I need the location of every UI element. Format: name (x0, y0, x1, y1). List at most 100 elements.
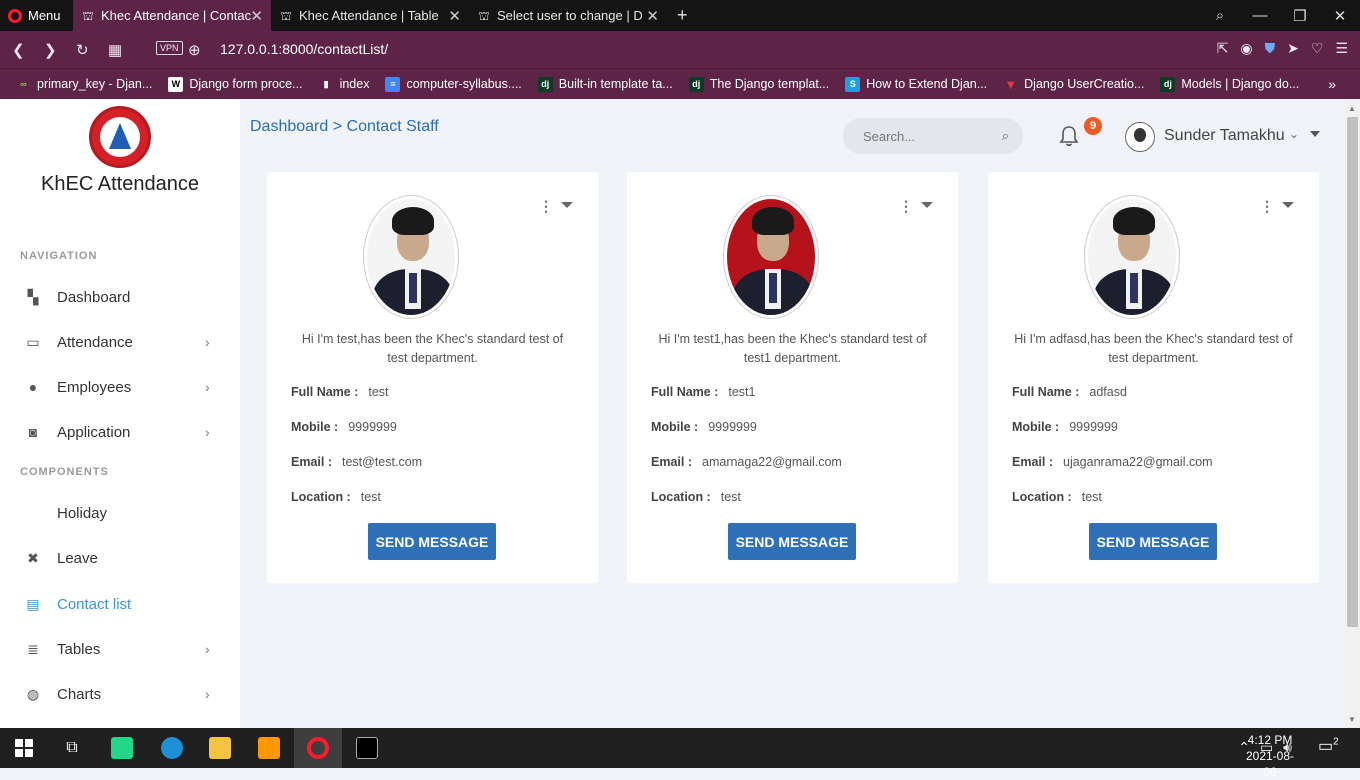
sidebar-item-tables[interactable]: ≣ Tables › (0, 629, 240, 669)
scroll-down-icon[interactable]: ▼ (1348, 715, 1356, 724)
location-row: Location : test (1012, 490, 1102, 504)
taskbar-app-terminal[interactable] (343, 728, 391, 768)
bookmark-item[interactable]: ▼ Django UserCreatio... (1003, 77, 1144, 92)
caret-down-icon[interactable] (561, 202, 573, 208)
bookmarks-bar: ∞ primary_key - Djan... W Django form proc… (0, 68, 1360, 99)
folder-icon (209, 737, 231, 759)
close-tab-icon[interactable]: ✕ (448, 7, 461, 25)
chevron-down-icon[interactable]: ⌄ (1289, 127, 1299, 141)
sidebar-item-employees[interactable]: ● Employees › (0, 367, 240, 407)
search-input[interactable] (863, 128, 993, 144)
user-name[interactable]: Sunder Tamakhu (1164, 127, 1285, 145)
kebab-menu-icon[interactable]: ⋮ (539, 198, 553, 215)
bookmark-item[interactable]: dj The Django templat... (688, 76, 829, 92)
vpn-badge[interactable]: VPN (156, 41, 183, 55)
close-tab-icon[interactable]: ✕ (646, 7, 659, 25)
url-field[interactable]: 127.0.0.1:8000/contactList/ (220, 41, 388, 57)
adblock-shield-icon[interactable]: ⛊ (1265, 40, 1276, 57)
sidebar-item-holiday[interactable]: Holiday (0, 493, 240, 533)
opera-menu-button[interactable]: Menu (8, 0, 61, 31)
opera-icon (307, 737, 329, 759)
send-message-button[interactable]: SEND MESSAGE (1089, 523, 1217, 560)
avatar[interactable] (1125, 122, 1155, 152)
taskbar-app-explorer[interactable] (196, 728, 244, 768)
scroll-up-icon[interactable]: ▲ (1348, 104, 1356, 113)
sidebar-item-attendance[interactable]: ▭ Attendance › (0, 322, 240, 362)
close-tab-icon[interactable]: ✕ (250, 7, 263, 25)
minimize-icon[interactable]: — (1240, 7, 1280, 24)
bookmark-item[interactable]: ▮ index (319, 77, 370, 92)
pycharm-icon (111, 737, 133, 759)
full-name-row: Full Name : adfasd (1012, 385, 1127, 399)
scrollbar-thumb[interactable] (1347, 117, 1358, 627)
user-icon: ● (28, 379, 38, 395)
caret-down-icon[interactable] (1282, 202, 1294, 208)
window-controls: ⌕ — ❐ ✕ (1200, 0, 1360, 31)
send-message-button[interactable]: SEND MESSAGE (368, 523, 496, 560)
close-window-icon[interactable]: ✕ (1320, 7, 1360, 25)
restore-icon[interactable]: ❐ (1280, 7, 1320, 25)
easy-setup-icon[interactable]: ☰ (1335, 40, 1348, 57)
taskbar-app-sublime[interactable] (245, 728, 293, 768)
bookmark-item[interactable]: ≡ computer-syllabus.... (385, 76, 522, 92)
back-icon[interactable]: ❮ (12, 41, 25, 59)
heart-icon[interactable]: ♡ (1311, 40, 1324, 57)
nav-section-label: NAVIGATION (20, 250, 98, 262)
chevron-right-icon: › (205, 334, 210, 350)
windows-logo-icon (15, 739, 33, 757)
taskbar-app-edge[interactable] (148, 728, 196, 768)
caret-down-icon[interactable] (1310, 131, 1320, 137)
staff-photo (1084, 195, 1180, 319)
search-icon[interactable]: ⌕ (1002, 128, 1009, 144)
staff-bio: Hi I'm adfasd,has been the Khec's standa… (1014, 332, 1293, 365)
search-tabs-icon[interactable]: ⌕ (1200, 7, 1240, 24)
site-favicon-icon: ⛫ (478, 8, 490, 23)
caret-down-icon[interactable] (921, 202, 933, 208)
bookmark-item[interactable]: W Django form proce... (168, 76, 303, 92)
w-icon: W (168, 76, 184, 92)
bell-icon[interactable] (1058, 125, 1080, 147)
sidebar-item-charts[interactable]: ◍ Charts › (0, 674, 240, 714)
terminal-icon (356, 737, 378, 759)
sublime-icon (258, 737, 280, 759)
action-center-icon[interactable]: ▭2 (1318, 736, 1339, 756)
send-icon[interactable]: ➤ (1287, 40, 1299, 57)
v-icon: ▼ (1004, 76, 1018, 92)
location-row: Location : test (291, 490, 381, 504)
tab-contact[interactable]: ⛫ Khec Attendance | Contact ✕ (73, 0, 271, 31)
clock-date: 2021-08-06 (1245, 749, 1295, 779)
page-scrollbar[interactable]: ▲ ▼ (1345, 100, 1360, 728)
kebab-menu-icon[interactable]: ⋮ (1260, 198, 1274, 215)
snapshot-icon[interactable]: ◉ (1240, 40, 1252, 57)
sidebar-item-contact-list[interactable]: ▤ Contact list (0, 584, 240, 624)
sidebar-item-dashboard[interactable]: ▚ Dashboard (0, 277, 240, 317)
taskbar-app-pycharm[interactable] (98, 728, 146, 768)
forward-icon[interactable]: ❯ (44, 41, 57, 59)
tab-title: Select user to change | Djan (497, 8, 642, 23)
search-box[interactable]: ⌕ (843, 118, 1023, 154)
taskbar-app-opera[interactable] (294, 728, 342, 768)
new-tab-button[interactable]: + (669, 0, 699, 31)
bookmark-item[interactable]: dj Models | Django do... (1160, 76, 1299, 92)
tab-table[interactable]: ⛫ Khec Attendance | Table ✕ (271, 0, 469, 31)
bookmarks-more-icon[interactable]: » (1328, 76, 1336, 92)
staff-card: ⋮ Hi I'm adfasd,has been the Khec's stan… (988, 172, 1319, 583)
bookmark-item[interactable]: ∞ primary_key - Djan... (16, 77, 152, 92)
clock[interactable]: 4:12 PM 2021-08-06 (1240, 732, 1300, 780)
edge-icon (161, 737, 183, 759)
sidebar-item-application[interactable]: ◙ Application › (0, 412, 240, 452)
bookmark-item[interactable]: S How to Extend Djan... (845, 76, 987, 92)
kebab-menu-icon[interactable]: ⋮ (899, 198, 913, 215)
start-button[interactable] (0, 728, 48, 768)
reload-icon[interactable]: ↻ (76, 41, 89, 59)
tab-select-user[interactable]: ⛫ Select user to change | Djan ✕ (469, 0, 667, 31)
send-message-button[interactable]: SEND MESSAGE (728, 523, 856, 560)
sidebar: KhEC Attendance NAVIGATION ▚ Dashboard ▭… (0, 100, 240, 728)
bookmark-item[interactable]: dj Built-in template ta... (537, 76, 673, 92)
sidebar-item-leave[interactable]: ✖ Leave (0, 538, 240, 578)
share-icon[interactable]: ⇱ (1217, 40, 1229, 57)
speed-dial-icon[interactable]: ▦ (108, 41, 122, 59)
breadcrumb[interactable]: Dashboard > Contact Staff (250, 118, 439, 136)
task-view-button[interactable]: ⧉ (48, 728, 96, 768)
camera-icon: ◙ (28, 424, 38, 440)
